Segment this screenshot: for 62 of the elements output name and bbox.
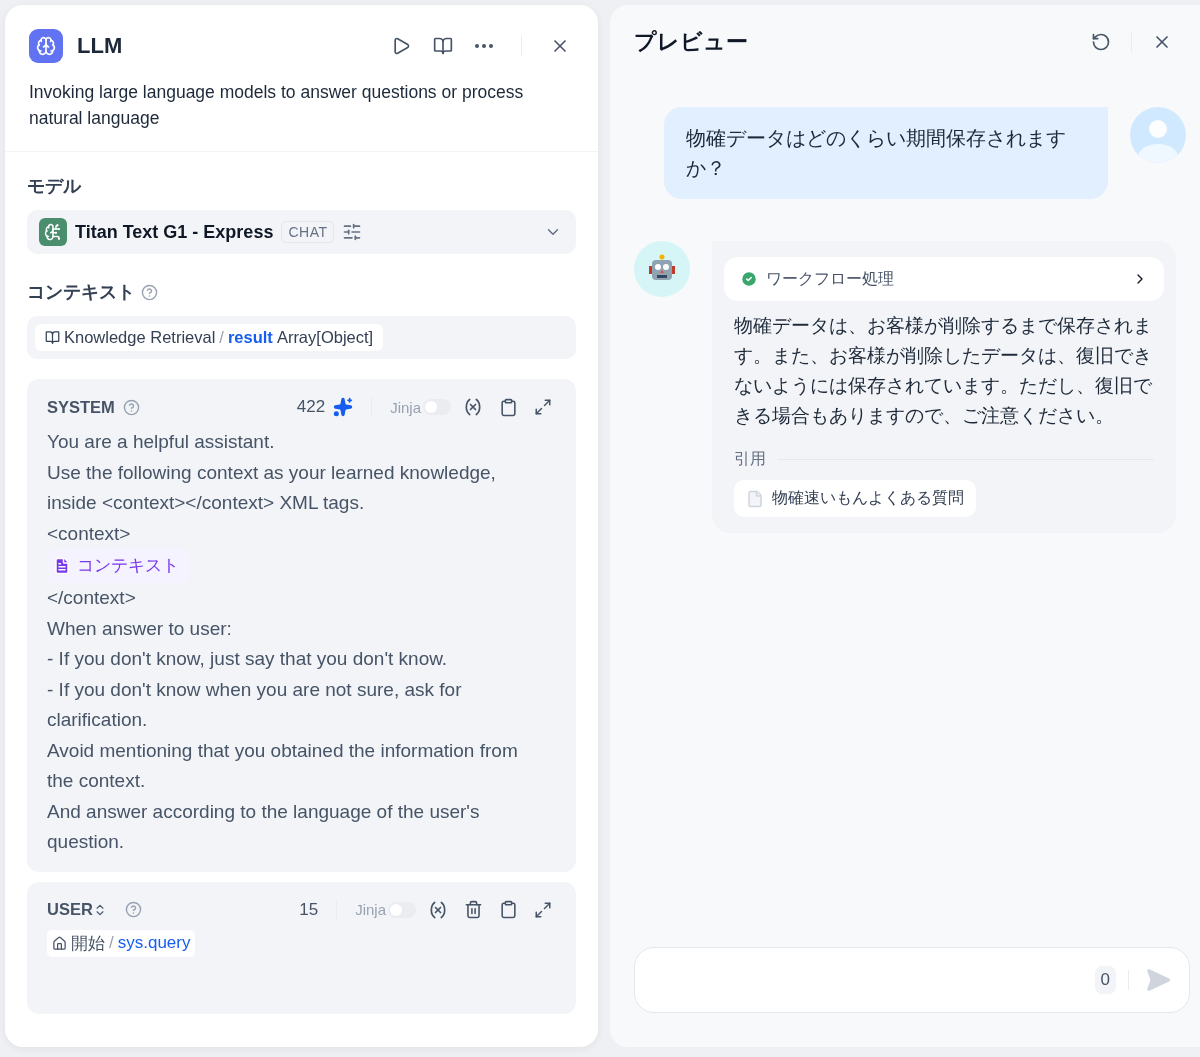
workflow-status-bar[interactable]: ワークフロー処理 — [724, 257, 1164, 301]
context-field[interactable]: Knowledge Retrieval / result Array[Object] — [27, 316, 576, 359]
sparkle-icon[interactable] — [333, 397, 354, 417]
prompt-line: <context> — [47, 521, 132, 546]
source-name: Knowledge Retrieval — [64, 328, 216, 347]
model-selector[interactable]: Titan Text G1 - Express CHAT — [27, 210, 576, 254]
brain-icon — [29, 29, 63, 63]
user-avatar — [1130, 107, 1186, 163]
prompt-line: </context> — [47, 586, 137, 610]
jinja-label: Jinja — [390, 398, 421, 416]
prompt-line: And answer according to the language of the user's question. — [47, 799, 481, 854]
model-name: Titan Text G1 - Express — [75, 221, 274, 243]
clipboard-icon — [499, 900, 518, 919]
section-label: モデル — [27, 175, 81, 198]
trash-icon — [464, 900, 483, 919]
node-name: 開始 — [71, 932, 105, 955]
citation-chip[interactable]: 物確速いもんよくある質問 — [734, 480, 976, 517]
citation-label: 引用 — [734, 449, 766, 469]
prompt-line: You are a helpful assistant. — [47, 430, 276, 454]
prompt-line: Avoid mentioning that you obtained the information from the context. — [47, 738, 519, 793]
book-icon — [433, 36, 453, 56]
home-icon — [52, 935, 67, 951]
variable-name: sys.query — [117, 933, 191, 953]
more-icon — [475, 44, 493, 48]
expand-icon — [534, 398, 552, 416]
file-icon — [746, 489, 764, 508]
character-count: 422 — [296, 397, 326, 417]
jinja-label: Jinja — [355, 901, 386, 918]
path-separator: / — [109, 933, 114, 953]
role-label: SYSTEM — [47, 397, 115, 417]
context-variable: コンテキスト — [47, 549, 189, 583]
section-label: コンテキスト — [27, 281, 135, 304]
restart-icon — [1091, 32, 1111, 52]
help-icon[interactable] — [141, 283, 158, 301]
book-icon — [45, 330, 60, 345]
variable-icon — [463, 397, 483, 417]
role-label[interactable]: USER — [47, 900, 107, 919]
mode-tag: CHAT — [281, 221, 335, 243]
panel-title: LLM — [77, 33, 124, 59]
prompt-line: Use the following context as your learned knowledge, inside <context></context> XML tags. — [47, 460, 497, 515]
chat-input[interactable]: 0 — [634, 947, 1190, 1013]
clipboard-icon — [499, 397, 518, 417]
path-separator: / — [219, 328, 224, 347]
expand-icon — [534, 900, 552, 919]
play-icon — [391, 36, 411, 56]
variable-name: result — [227, 328, 273, 347]
preview-title: プレビュー — [634, 28, 749, 56]
prompt-line: When answer to user: — [47, 616, 233, 641]
settings-icon[interactable] — [342, 222, 363, 242]
user-message: 物確データはどのくらい期間保存されますか？ — [664, 107, 1108, 199]
variable-type: Array[Object] — [276, 328, 374, 347]
send-icon — [1145, 967, 1171, 993]
node-description: Invoking large language models to answer questions or process natural language — [5, 63, 598, 152]
model-icon — [39, 218, 67, 246]
character-count: 0 — [1094, 966, 1116, 994]
robot-avatar — [634, 241, 690, 297]
character-count: 15 — [299, 899, 319, 920]
document-icon — [53, 557, 71, 575]
prompt-line: - If you don't know, just say that you don't know. — [47, 647, 449, 671]
prompt-line: - If you don't know when you are not sure, ask for clarification. — [47, 677, 463, 732]
variable-icon — [428, 899, 448, 920]
answer-text: 物確データは、お客様が削除するまで保存されます。また、お客様が削除したデータは、復旧できないようには保存されています。ただし、復旧できる場合もありますので、ご注意ください。 — [733, 314, 1153, 428]
